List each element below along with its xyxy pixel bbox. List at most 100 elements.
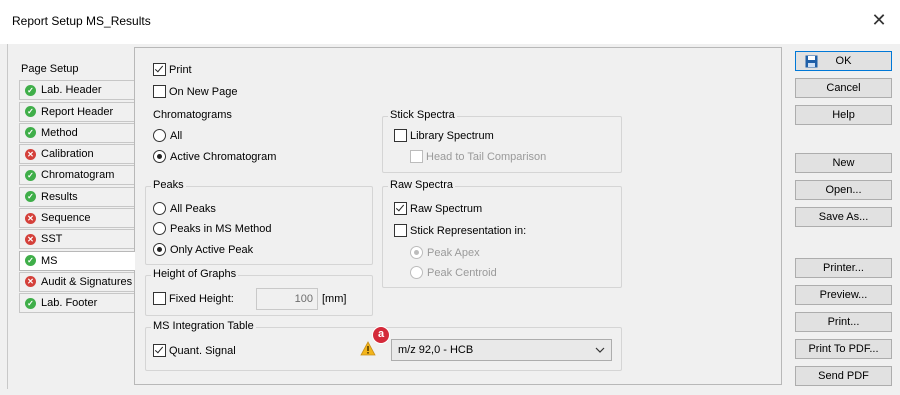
print-label: Print <box>169 63 192 76</box>
fixed-height-input[interactable]: 100 <box>256 288 318 310</box>
peak-apex-radio[interactable]: Peak Apex <box>410 246 480 259</box>
tab-label: Lab. Footer <box>41 297 98 310</box>
tab-label: Calibration <box>41 148 94 161</box>
radio-circle[interactable] <box>153 243 166 256</box>
stick-representation-label: Stick Representation in: <box>410 224 527 237</box>
tab-label: Chromatogram <box>41 169 115 182</box>
error-icon: ✕ <box>25 233 36 245</box>
tab-method[interactable]: ✓ Method <box>19 122 134 143</box>
tab-page-setup[interactable]: Page Setup <box>19 59 134 79</box>
tab-results[interactable]: ✓ Results <box>19 186 134 207</box>
radio-circle[interactable] <box>410 246 423 259</box>
section-tabs: Page Setup ✓ Lab. Header ✓ Report Header ✓… <box>19 59 135 315</box>
preview-button[interactable]: Preview... <box>795 285 892 305</box>
checkbox-box[interactable] <box>153 85 166 98</box>
peak-centroid-radio[interactable]: Peak Centroid <box>410 266 497 279</box>
radio-circle[interactable] <box>153 129 166 142</box>
tab-calibration[interactable]: ✕ Calibration <box>19 144 134 165</box>
printer-button[interactable]: Printer... <box>795 258 892 278</box>
save-disk-icon <box>805 55 818 68</box>
raw-spectrum-label: Raw Spectrum <box>410 202 483 215</box>
print-to-pdf-button[interactable]: Print To PDF... <box>795 339 892 359</box>
close-icon[interactable]: ✕ <box>868 9 890 31</box>
quant-signal-checkbox[interactable]: Quant. Signal <box>153 344 236 357</box>
tab-lab-header[interactable]: ✓ Lab. Header <box>19 80 134 101</box>
tab-label: Report Header <box>41 105 114 118</box>
tab-report-header[interactable]: ✓ Report Header <box>19 101 134 122</box>
checkbox-box[interactable] <box>153 63 166 76</box>
checkbox-box[interactable] <box>410 150 423 163</box>
tab-sst[interactable]: ✕ SST <box>19 229 134 250</box>
warning-icon <box>360 341 376 356</box>
send-pdf-button[interactable]: Send PDF <box>795 366 892 386</box>
height-title: Height of Graphs <box>151 268 239 280</box>
checkbox-box[interactable] <box>153 292 166 305</box>
tab-header-label: Page Setup <box>21 63 79 75</box>
library-spectrum-label: Library Spectrum <box>410 129 494 142</box>
save-as-button[interactable]: Save As... <box>795 207 892 227</box>
new-button[interactable]: New <box>795 153 892 173</box>
checkbox-box[interactable] <box>153 344 166 357</box>
error-icon: ✕ <box>25 148 36 160</box>
stick-title: Stick Spectra <box>388 109 457 121</box>
radio-label: Only Active Peak <box>170 243 254 256</box>
radio-circle[interactable] <box>153 222 166 235</box>
cancel-button[interactable]: Cancel <box>795 78 892 98</box>
radio-label: All <box>170 129 183 142</box>
checkbox-box[interactable] <box>394 129 407 142</box>
print-button[interactable]: Print... <box>795 312 892 332</box>
title-bar: Report Setup MS_Results ✕ <box>0 0 900 44</box>
peaks-only-active-radio[interactable]: Only Active Peak <box>153 243 253 256</box>
chromatograms-active-radio[interactable]: Active Chromatogram <box>153 150 276 163</box>
tab-audit-signatures[interactable]: ✕ Audit & Signatures <box>19 271 134 292</box>
head-to-tail-label: Head to Tail Comparison <box>426 150 547 163</box>
tab-label: MS <box>41 254 58 267</box>
quant-signal-label: Quant. Signal <box>169 344 236 357</box>
ok-label: OK <box>835 55 852 67</box>
raw-spectrum-checkbox[interactable]: Raw Spectrum <box>394 202 482 215</box>
ok-button[interactable]: OK <box>795 51 892 71</box>
height-unit: [mm] <box>322 293 347 305</box>
tab-label: Results <box>41 190 78 203</box>
error-icon: ✕ <box>25 276 36 288</box>
radio-circle[interactable] <box>153 150 166 163</box>
callout-marker: a <box>372 326 390 344</box>
chevron-down-icon <box>595 347 605 353</box>
new-page-checkbox[interactable]: On New Page <box>153 85 237 98</box>
print-checkbox[interactable]: Print <box>153 63 192 76</box>
library-spectrum-checkbox[interactable]: Library Spectrum <box>394 129 494 142</box>
checkbox-box[interactable] <box>394 202 407 215</box>
tab-lab-footer[interactable]: ✓ Lab. Footer <box>19 293 134 314</box>
error-icon: ✕ <box>25 212 36 224</box>
chromatograms-all-radio[interactable]: All <box>153 129 182 142</box>
check-icon: ✓ <box>25 255 36 267</box>
peaks-in-method-radio[interactable]: Peaks in MS Method <box>153 222 272 235</box>
check-icon: ✓ <box>25 297 36 309</box>
new-page-label: On New Page <box>169 85 238 98</box>
select-value: m/z 92,0 - HCB <box>398 344 474 356</box>
peaks-all-radio[interactable]: All Peaks <box>153 202 216 215</box>
tab-sequence[interactable]: ✕ Sequence <box>19 208 134 229</box>
chromatograms-title: Chromatograms <box>153 109 232 121</box>
fixed-height-label: Fixed Height: <box>169 292 234 305</box>
stick-representation-checkbox[interactable]: Stick Representation in: <box>394 224 526 237</box>
fixed-height-checkbox[interactable]: Fixed Height: <box>153 292 234 305</box>
tab-label: Lab. Header <box>41 84 102 97</box>
tab-chromatogram[interactable]: ✓ Chromatogram <box>19 165 134 186</box>
open-button[interactable]: Open... <box>795 180 892 200</box>
quant-signal-select[interactable]: m/z 92,0 - HCB <box>391 339 612 361</box>
radio-circle[interactable] <box>410 266 423 279</box>
help-button[interactable]: Help <box>795 105 892 125</box>
head-to-tail-checkbox[interactable]: Head to Tail Comparison <box>410 150 546 163</box>
tab-label: Audit & Signatures <box>41 275 133 288</box>
tab-ms[interactable]: ✓ MS <box>19 250 135 271</box>
raw-title: Raw Spectra <box>388 179 455 191</box>
radio-circle[interactable] <box>153 202 166 215</box>
radio-label: Peak Apex <box>427 246 480 259</box>
peaks-title: Peaks <box>151 179 186 191</box>
window-title: Report Setup MS_Results <box>12 14 151 28</box>
radio-label: All Peaks <box>170 202 216 215</box>
ms-integration-title: MS Integration Table <box>151 320 256 332</box>
checkbox-box[interactable] <box>394 224 407 237</box>
tab-label: Method <box>41 126 78 139</box>
